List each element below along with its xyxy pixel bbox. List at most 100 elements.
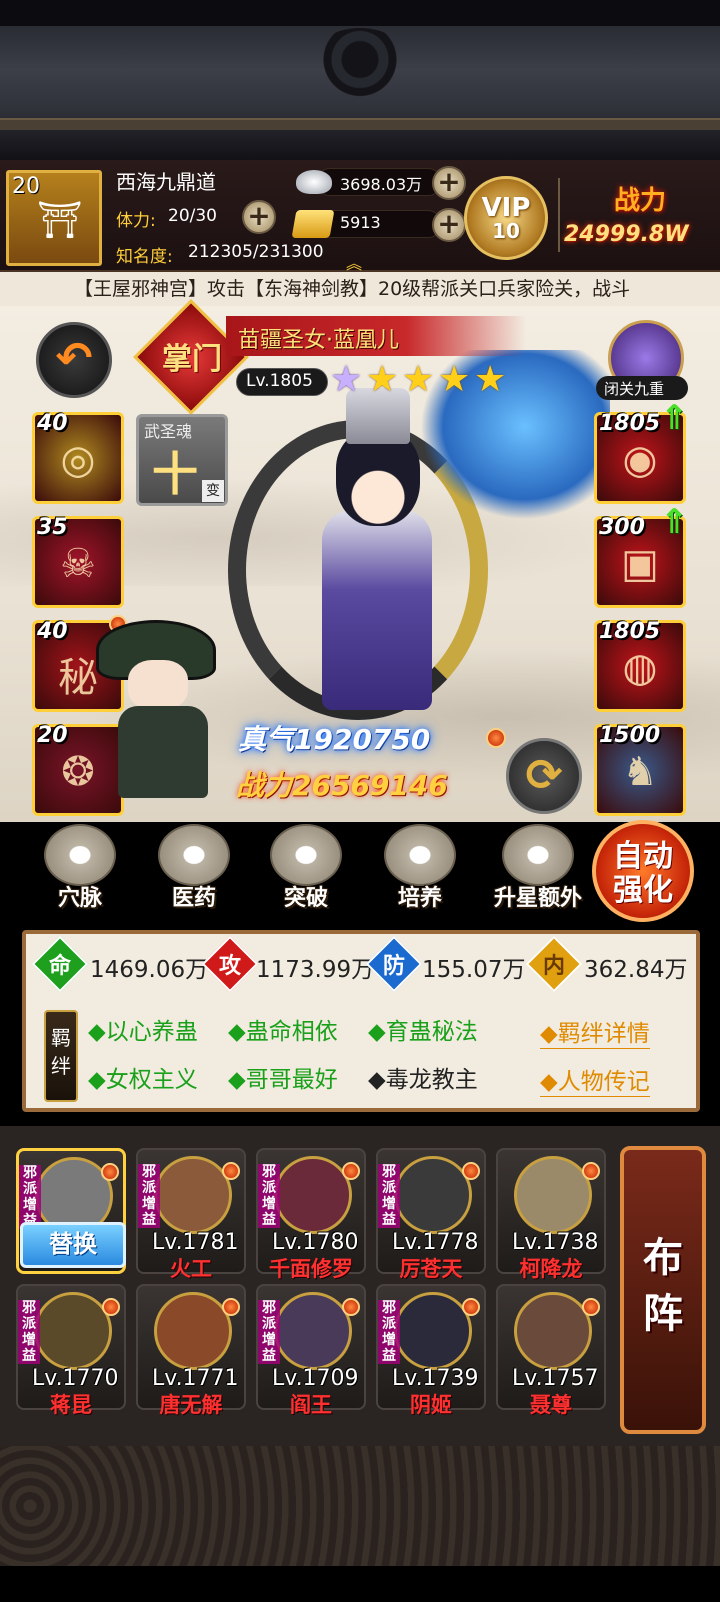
player-name: 西海九鼎道 xyxy=(116,170,216,194)
notification-dot xyxy=(462,1162,480,1180)
member-level: Lv.1771 xyxy=(152,1366,239,1391)
roof-ornament xyxy=(310,28,410,98)
lineup-slot-2[interactable]: 邪派增益 Lv.1781 火工 xyxy=(136,1148,246,1281)
scroll-icon xyxy=(384,824,456,886)
bond-item: ◆哥哥最好 xyxy=(228,1067,338,1093)
hero-portrait xyxy=(514,1292,592,1370)
stamina-label: 体力: xyxy=(116,211,156,231)
action-label: 突破 xyxy=(283,886,328,911)
equip-icon: ▣ xyxy=(621,541,659,587)
bond-badge: 羁绊 xyxy=(44,1010,78,1102)
equip-icon: ◎ xyxy=(60,437,96,483)
bond-item: ◆毒龙教主 xyxy=(368,1067,478,1093)
bottom-bar xyxy=(0,1566,720,1602)
notification-dot xyxy=(462,1298,480,1316)
lineup-slot-9[interactable]: 邪派增益 Lv.1739 阴姬 xyxy=(376,1284,486,1417)
lineup-slot-5[interactable]: Lv.1738 柯降龙 xyxy=(496,1148,606,1281)
add-stamina-button[interactable]: + xyxy=(242,200,276,234)
star-icon: ★ xyxy=(402,359,435,400)
equip-level: 300 xyxy=(599,515,645,540)
evil-faction-tag: 邪派增益 xyxy=(258,1300,280,1364)
member-name: 聂尊 xyxy=(530,1393,572,1417)
lineup-slot-3[interactable]: 邪派增益 Lv.1780 千面修罗 xyxy=(256,1148,366,1281)
equip-icon: ❂ xyxy=(61,749,95,795)
equip-level: 35 xyxy=(37,515,68,540)
fame-label: 知名度: xyxy=(116,247,173,267)
member-name: 唐无解 xyxy=(159,1393,223,1417)
star-icon: ★ xyxy=(438,359,471,400)
scholar-icon xyxy=(270,824,342,886)
rank-text: 掌门 xyxy=(162,342,222,377)
auto-enhance-button[interactable]: 自动 强化 xyxy=(592,820,694,922)
evil-faction-tag: 邪派增益 xyxy=(378,1300,400,1364)
member-level: Lv.1757 xyxy=(512,1366,599,1391)
inner-power-icon-label: 内 xyxy=(542,954,565,979)
hero-portrait xyxy=(154,1292,232,1370)
equip-level: 40 xyxy=(37,411,68,436)
lineup-slot-8[interactable]: 邪派增益 Lv.1709 阎王 xyxy=(256,1284,366,1417)
hero-portrait xyxy=(34,1292,112,1370)
member-name: 火工 xyxy=(170,1257,212,1281)
member-level: Lv.1709 xyxy=(272,1366,359,1391)
hero-portrait xyxy=(394,1156,472,1234)
soul-change-button[interactable]: 变 xyxy=(202,480,224,502)
hero-portrait xyxy=(154,1156,232,1234)
news-marquee: 【王屋邪神宫】攻击【东海神剑教】20级帮派关口兵家险关，战斗 xyxy=(0,272,720,306)
lineup-slot-6[interactable]: 邪派增益 Lv.1770 蒋昆 xyxy=(16,1284,126,1417)
evil-faction-tag: 邪派增益 xyxy=(138,1164,160,1228)
equip-level: 20 xyxy=(37,723,68,748)
equip-slot-right-3[interactable]: ◍ 1805 xyxy=(594,619,686,712)
equip-level: 1500 xyxy=(599,723,661,748)
attack-value: 1173.99万 xyxy=(256,957,375,983)
train-button[interactable]: 培养 xyxy=(378,824,462,912)
upgrade-arrow-icon: ⇑ xyxy=(660,502,689,542)
replace-button[interactable]: 替换 xyxy=(20,1222,126,1268)
add-gold-button[interactable]: + xyxy=(432,208,466,242)
formation-button[interactable]: 布阵 xyxy=(620,1146,706,1434)
lineup-slot-4[interactable]: 邪派增益 Lv.1778 厉苍天 xyxy=(376,1148,486,1281)
evil-faction-tag: 邪派增益 xyxy=(19,1165,41,1229)
member-name: 厉苍天 xyxy=(399,1257,463,1281)
acupoint-button[interactable]: 穴脉 xyxy=(38,824,122,912)
bond-details-link[interactable]: ◆羁绊详情 xyxy=(540,1014,650,1049)
action-label: 医药 xyxy=(171,886,216,911)
roof-beam xyxy=(0,118,720,130)
breakthrough-button[interactable]: 突破 xyxy=(264,824,348,912)
silver-value: 3698.03万 xyxy=(340,175,423,194)
member-name: 千面修罗 xyxy=(269,1257,353,1281)
add-silver-button[interactable]: + xyxy=(432,166,466,200)
gold-ingot-icon xyxy=(291,210,335,238)
member-level: Lv.1739 xyxy=(392,1366,479,1391)
back-button[interactable]: ↶ xyxy=(36,322,112,398)
biography-link[interactable]: ◆人物传记 xyxy=(540,1062,650,1097)
medicine-button[interactable]: 医药 xyxy=(152,824,236,912)
roof-decoration xyxy=(0,0,720,160)
action-label: 培养 xyxy=(397,886,442,911)
heroine-head xyxy=(336,430,420,526)
chevron-up-icon[interactable]: ︽ xyxy=(346,250,362,274)
notification-dot xyxy=(342,1298,360,1316)
action-label: 升星额外 xyxy=(493,886,582,911)
equip-level: 1805 xyxy=(599,411,661,436)
equip-slot-right-4[interactable]: ♞ 1500 xyxy=(594,723,686,816)
refresh-button[interactable]: ⟳ xyxy=(506,738,582,814)
member-level: Lv.1781 xyxy=(152,1230,239,1255)
equip-slot-left-4[interactable]: ❂ 20 xyxy=(32,723,124,816)
notification-dot xyxy=(486,728,506,748)
vip-badge[interactable]: VIP 10 xyxy=(464,176,548,260)
equip-level: 1805 xyxy=(599,619,661,644)
evil-faction-tag: 邪派增益 xyxy=(258,1164,280,1228)
upgrade-arrow-icon: ⇑ xyxy=(660,398,689,438)
defense-icon-label: 防 xyxy=(382,954,405,979)
notification-dot xyxy=(101,1163,119,1181)
hero-portrait xyxy=(274,1156,352,1234)
player-level: 20 xyxy=(12,174,40,199)
equip-slot-left-2[interactable]: ☠ 35 xyxy=(32,515,124,608)
star-up-extra-button[interactable]: 升星额外 xyxy=(488,824,588,912)
equip-slot-left-1[interactable]: ◎ 40 xyxy=(32,411,124,504)
member-name: 阴姬 xyxy=(410,1393,452,1417)
hero-portrait xyxy=(514,1156,592,1234)
member-level: Lv.1770 xyxy=(32,1366,119,1391)
lineup-slot-10[interactable]: Lv.1757 聂尊 xyxy=(496,1284,606,1417)
lineup-slot-7[interactable]: Lv.1771 唐无解 xyxy=(136,1284,246,1417)
